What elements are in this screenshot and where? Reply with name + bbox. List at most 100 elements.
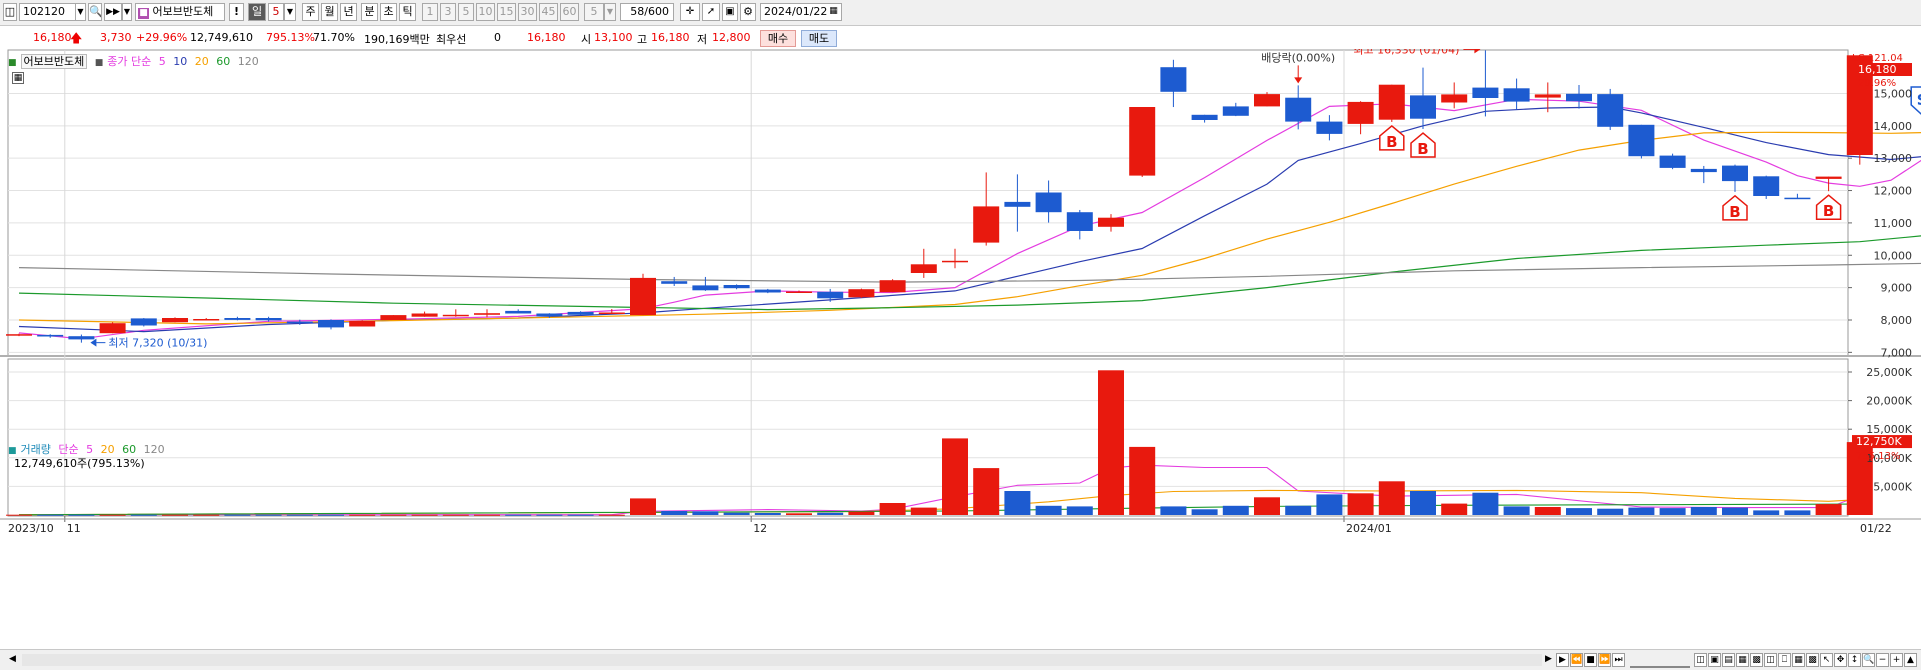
zoom-slider[interactable] <box>1630 654 1690 668</box>
period-tick-button[interactable]: 틱 <box>399 3 416 21</box>
period-month-button[interactable]: 월 <box>321 3 338 21</box>
candle[interactable] <box>318 320 344 328</box>
candle[interactable] <box>1129 107 1156 176</box>
layout-icon[interactable]: ◫ <box>3 3 17 21</box>
candle[interactable] <box>37 334 64 337</box>
candle[interactable] <box>879 280 906 293</box>
speaker-icon[interactable]: ▶▶ <box>104 3 122 21</box>
interval-button-15[interactable]: 15 <box>497 3 516 21</box>
volume-bar[interactable] <box>1566 508 1592 515</box>
candle[interactable] <box>1285 97 1312 122</box>
volume-bar[interactable] <box>1160 506 1187 515</box>
candle[interactable] <box>1472 87 1499 98</box>
fast-forward-icon[interactable]: ⏩ <box>1598 653 1611 667</box>
candle[interactable] <box>1160 67 1187 92</box>
interval-button-45[interactable]: 45 <box>539 3 558 21</box>
volume-bar[interactable] <box>6 514 32 516</box>
volume-bar[interactable] <box>910 507 937 515</box>
volume-bar[interactable] <box>879 503 906 515</box>
arrange-icon[interactable]: ▦ <box>1792 653 1805 667</box>
period-value[interactable]: 5 <box>268 3 284 21</box>
candle[interactable] <box>630 277 656 316</box>
volume-bar[interactable] <box>1129 446 1156 515</box>
candle[interactable] <box>1098 217 1124 227</box>
candle[interactable] <box>1566 93 1592 102</box>
volume-bar[interactable] <box>162 514 188 516</box>
period-year-button[interactable]: 년 <box>340 3 357 21</box>
candle[interactable] <box>1753 176 1780 196</box>
candle[interactable] <box>661 281 688 284</box>
period-week-button[interactable]: 주 <box>302 3 319 21</box>
volume-bar[interactable] <box>630 498 656 515</box>
candle[interactable] <box>1784 197 1811 200</box>
volume-bar[interactable] <box>973 468 1000 515</box>
code-dropdown-icon[interactable]: ▼ <box>75 3 86 21</box>
candle[interactable] <box>411 313 438 317</box>
interval-button-5[interactable]: 5 <box>458 3 474 21</box>
candle[interactable] <box>1815 176 1842 179</box>
calendar-icon[interactable]: ▦ <box>826 3 841 21</box>
volume-bar[interactable] <box>1534 507 1561 515</box>
interval-button-30[interactable]: 30 <box>518 3 537 21</box>
candle[interactable] <box>99 323 126 334</box>
volume-bar[interactable] <box>1035 505 1062 515</box>
candle[interactable] <box>817 291 844 299</box>
volume-bar[interactable] <box>193 514 220 516</box>
volume-bar[interactable] <box>598 514 625 516</box>
cursor-icon[interactable]: ↖ <box>1820 653 1833 667</box>
candle[interactable] <box>1066 212 1093 231</box>
volume-bar[interactable] <box>1659 508 1686 515</box>
volume-bar[interactable] <box>1378 481 1405 515</box>
candle[interactable] <box>193 319 220 321</box>
candle[interactable] <box>286 321 313 324</box>
volume-bar[interactable] <box>99 514 126 516</box>
candle[interactable] <box>6 334 32 336</box>
candle[interactable] <box>1316 121 1343 134</box>
volume-bar[interactable] <box>1503 506 1530 515</box>
candle[interactable] <box>1534 94 1561 98</box>
candle[interactable] <box>567 311 594 315</box>
candle[interactable] <box>910 264 937 273</box>
sell-button[interactable]: 매도 <box>801 30 837 47</box>
save-icon[interactable]: ▣ <box>722 3 738 21</box>
candle[interactable] <box>1441 94 1468 103</box>
candle[interactable] <box>1597 94 1624 127</box>
candle[interactable] <box>598 312 625 315</box>
candle[interactable] <box>474 313 500 315</box>
volume-bar[interactable] <box>1191 509 1218 515</box>
candle[interactable] <box>162 318 188 323</box>
volume-bar[interactable] <box>349 514 376 516</box>
candle[interactable] <box>723 285 750 289</box>
candle[interactable] <box>536 313 563 317</box>
chart-icon[interactable]: ▤ <box>1722 653 1735 667</box>
candle[interactable] <box>1035 192 1062 213</box>
volume-bar[interactable] <box>942 438 968 515</box>
candle[interactable] <box>1004 201 1031 207</box>
volume-bar[interactable] <box>68 514 95 516</box>
volume-bar[interactable] <box>754 513 781 515</box>
candle[interactable] <box>1503 88 1530 102</box>
buy-button[interactable]: 매수 <box>760 30 796 47</box>
candle[interactable] <box>973 206 1000 243</box>
period-day-button[interactable]: 일 <box>248 3 266 21</box>
interval-input[interactable]: 5 <box>584 3 604 21</box>
grid-toggle-icon[interactable]: ▦ <box>12 72 24 84</box>
zoom-icon[interactable]: 🔍 <box>1862 653 1875 667</box>
volume-bar[interactable] <box>1254 497 1280 515</box>
split-icon[interactable]: ⎕ <box>1778 653 1791 667</box>
candle[interactable] <box>255 318 282 321</box>
volume-bar[interactable] <box>442 514 469 516</box>
candle[interactable] <box>224 318 251 320</box>
candle[interactable] <box>1222 106 1249 116</box>
volume-bar[interactable] <box>37 514 64 516</box>
candle[interactable] <box>1628 124 1655 157</box>
volume-bar[interactable] <box>848 511 875 515</box>
candle[interactable] <box>848 289 875 298</box>
volume-bar[interactable] <box>1222 505 1249 515</box>
volume-bar[interactable] <box>255 514 282 516</box>
candle[interactable] <box>1410 95 1436 119</box>
stock-name-field[interactable]: ■ 어보브반도체 <box>135 3 225 21</box>
zoom-out-icon[interactable]: − <box>1876 653 1889 667</box>
volume-bar[interactable] <box>286 514 313 516</box>
zoom-in-icon[interactable]: + <box>1890 653 1903 667</box>
